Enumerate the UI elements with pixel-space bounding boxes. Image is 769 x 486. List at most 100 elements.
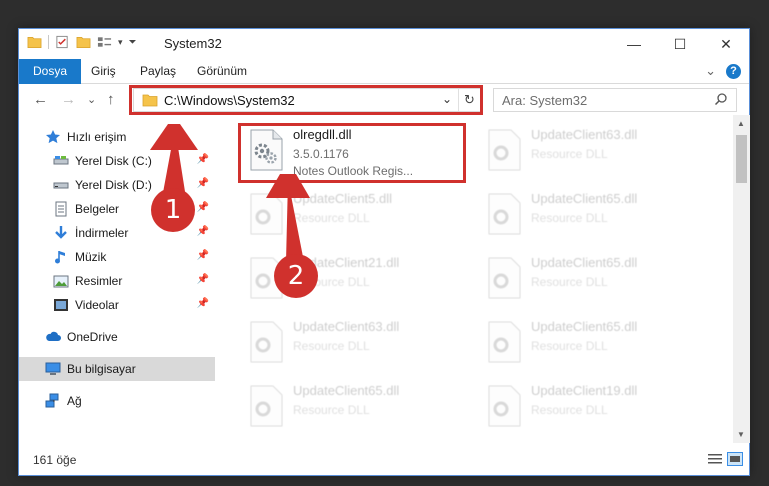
- sidebar-item-label: Müzik: [75, 250, 107, 264]
- file-tile[interactable]: UpdateClient63.dll Resource DLL: [243, 315, 473, 371]
- file-type: Resource DLL: [531, 275, 608, 289]
- explorer-window: ▾ ⏷ System32 — ☐ ✕ Dosya Giriş Paylaş Gö…: [18, 28, 750, 476]
- scrollbar-thumb[interactable]: [736, 135, 747, 183]
- sidebar-item-local-disk-c[interactable]: Yerel Disk (C:) 📌: [19, 149, 215, 173]
- star-icon: [46, 130, 60, 144]
- customize-toolbar-icon[interactable]: ⏷: [129, 37, 137, 48]
- file-name: UpdateClient5.dll: [293, 191, 393, 206]
- scroll-down-icon[interactable]: ▼: [737, 430, 745, 439]
- file-tile[interactable]: UpdateClient65.dll Resource DLL: [481, 315, 711, 371]
- download-icon: [55, 226, 67, 239]
- dll-file-icon: [488, 193, 521, 235]
- dll-file-icon: [250, 193, 283, 235]
- sidebar-item-quick-access[interactable]: Hızlı erişim: [19, 125, 215, 149]
- toolbar-dropdown-icon[interactable]: ▾: [118, 37, 123, 48]
- file-name: UpdateClient65.dll: [531, 255, 638, 270]
- sidebar-item-label: Yerel Disk (C:): [75, 154, 152, 168]
- search-box[interactable]: Ara: System32: [493, 88, 737, 112]
- properties-icon[interactable]: [55, 35, 70, 49]
- status-bar: 161 öğe: [19, 449, 749, 475]
- up-button[interactable]: ↑: [107, 91, 115, 108]
- window-title: System32: [164, 36, 222, 51]
- forward-button[interactable]: →: [61, 91, 76, 108]
- pin-icon[interactable]: 📌: [197, 250, 209, 261]
- file-tile[interactable]: UpdateClient65.dll Resource DLL: [481, 187, 711, 243]
- sidebar-item-label: Ağ: [67, 394, 82, 408]
- back-button[interactable]: ←: [33, 91, 48, 108]
- dll-file-icon: [250, 385, 283, 427]
- recent-locations-button[interactable]: ⌄: [87, 93, 96, 106]
- pin-icon[interactable]: 📌: [197, 274, 209, 285]
- view-switcher: [707, 452, 743, 466]
- videos-icon: [54, 299, 68, 311]
- documents-icon: [55, 201, 67, 217]
- sidebar-item-label: Hızlı erişim: [67, 130, 127, 144]
- tab-file[interactable]: Dosya: [19, 59, 82, 84]
- file-name: UpdateClient65.dll: [531, 191, 638, 206]
- pin-icon[interactable]: 📌: [197, 298, 209, 309]
- expand-ribbon-icon[interactable]: ⌄: [705, 63, 716, 79]
- sidebar-item-label: OneDrive: [67, 330, 118, 344]
- view-options-icon[interactable]: [97, 35, 112, 49]
- sidebar-item-this-pc[interactable]: Bu bilgisayar: [19, 357, 215, 381]
- ribbon-tabs: Dosya Giriş Paylaş Görünüm ⌄ ?: [19, 59, 749, 84]
- pin-icon[interactable]: 📌: [197, 226, 209, 237]
- tiles-view-icon[interactable]: [727, 452, 743, 466]
- sidebar-item-onedrive[interactable]: OneDrive: [19, 325, 215, 349]
- file-type: Resource DLL: [531, 147, 608, 161]
- computer-icon: [45, 362, 61, 375]
- file-tile[interactable]: UpdateClient19.dll Resource DLL: [481, 379, 711, 435]
- dll-file-icon: [488, 321, 521, 363]
- file-tile[interactable]: UpdateClient65.dll Resource DLL: [243, 379, 473, 435]
- tab-share[interactable]: Paylaş: [140, 59, 176, 84]
- search-input[interactable]: Ara: System32: [502, 93, 587, 108]
- tab-view[interactable]: Görünüm: [197, 59, 247, 84]
- step-badge-1: 1: [151, 188, 195, 232]
- file-type: Resource DLL: [293, 211, 370, 225]
- window-controls: — ☐ ✕: [611, 29, 749, 59]
- minimize-button[interactable]: —: [611, 29, 657, 59]
- item-count: 161 öğe: [33, 453, 77, 467]
- file-name: UpdateClient63.dll: [531, 127, 638, 142]
- sidebar-item-music[interactable]: Müzik 📌: [19, 245, 215, 269]
- navigation-bar: ← → ⌄ ↑ C:\Windows\System32 ⌄ ↻ Ara: Sys…: [19, 85, 749, 115]
- file-name: UpdateClient65.dll: [531, 319, 638, 334]
- music-icon: [55, 251, 65, 264]
- details-view-icon[interactable]: [707, 452, 723, 466]
- folder-icon: [27, 36, 42, 48]
- pin-icon[interactable]: 📌: [197, 178, 209, 189]
- pin-icon[interactable]: 📌: [197, 202, 209, 213]
- vertical-scrollbar[interactable]: ▲ ▼: [733, 115, 750, 443]
- sidebar-item-label: Videolar: [75, 298, 119, 312]
- drive-icon: [53, 156, 69, 165]
- step-badge-2: 2: [274, 254, 318, 298]
- file-name: UpdateClient65.dll: [293, 383, 400, 398]
- new-folder-icon[interactable]: [76, 35, 91, 49]
- close-button[interactable]: ✕: [703, 29, 749, 59]
- dll-file-icon: [488, 257, 521, 299]
- title-bar: ▾ ⏷ System32 — ☐ ✕: [19, 29, 749, 59]
- sidebar-item-label: Bu bilgisayar: [67, 362, 136, 376]
- sidebar-item-videos[interactable]: Videolar 📌: [19, 293, 215, 317]
- help-icon[interactable]: ?: [726, 63, 741, 79]
- address-highlight-box: [129, 85, 483, 115]
- file-tile[interactable]: UpdateClient63.dll Resource DLL: [481, 123, 711, 179]
- toolbar-separator: [48, 35, 49, 49]
- search-icon[interactable]: [714, 92, 728, 106]
- tab-home[interactable]: Giriş: [91, 59, 116, 84]
- file-type: Resource DLL: [293, 339, 370, 353]
- sidebar-item-label: İndirmeler: [75, 226, 129, 240]
- file-name: UpdateClient63.dll: [293, 319, 400, 334]
- file-tile[interactable]: UpdateClient5.dll Resource DLL: [243, 187, 473, 243]
- sidebar-item-network[interactable]: Ağ: [19, 389, 215, 413]
- cloud-icon: [46, 331, 61, 341]
- file-type: Resource DLL: [531, 403, 608, 417]
- file-type: Resource DLL: [531, 339, 608, 353]
- sidebar-item-pictures[interactable]: Resimler 📌: [19, 269, 215, 293]
- maximize-button[interactable]: ☐: [657, 29, 703, 59]
- sidebar-item-label: Belgeler: [75, 202, 120, 216]
- file-tile[interactable]: UpdateClient65.dll Resource DLL: [481, 251, 711, 307]
- pin-icon[interactable]: 📌: [197, 154, 209, 165]
- sidebar-item-label: Yerel Disk (D:): [75, 178, 152, 192]
- scroll-up-icon[interactable]: ▲: [737, 119, 745, 128]
